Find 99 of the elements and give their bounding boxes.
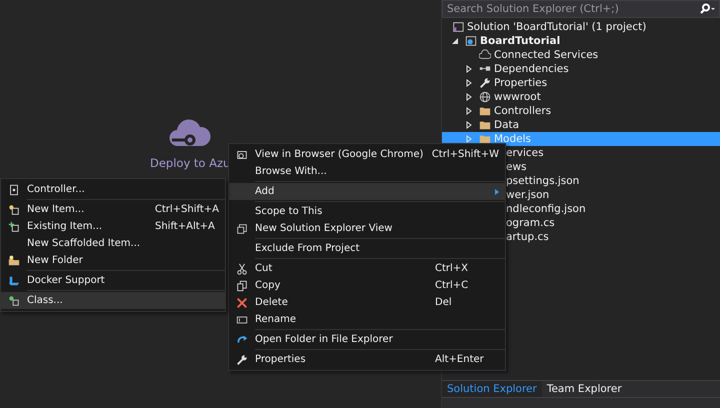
tree-item-label: Controllers [494, 105, 552, 117]
shortcut-text: Ctrl+Shift+W [432, 149, 499, 160]
shortcut-text: Ctrl+X [435, 263, 470, 274]
expand-icon[interactable] [465, 93, 473, 101]
tree-item-label: BoardTutorial [480, 35, 560, 47]
tree-item-label: Properties [494, 77, 548, 89]
tree-item-label: Connected Services [494, 49, 598, 61]
folder-icon [479, 105, 491, 117]
expand-icon[interactable] [465, 107, 473, 115]
menu-item-label: Cut [255, 263, 274, 274]
menu-item[interactable]: New Solution Explorer View [229, 220, 505, 237]
wrench-icon [479, 77, 491, 89]
menu-item-label: Controller... [27, 184, 86, 195]
document-icon [8, 184, 20, 196]
browser-icon [236, 148, 248, 160]
tree-item[interactable]: Properties [442, 76, 720, 90]
shortcut-text: Shift+Alt+A [155, 221, 216, 232]
menu-item[interactable]: Browse With... [229, 163, 505, 180]
panel-tab[interactable]: Team Explorer [542, 381, 627, 397]
menu-item[interactable]: Cut Ctrl+X [229, 260, 505, 277]
panel-tab[interactable]: Solution Explorer [442, 381, 542, 397]
search-field[interactable]: Search Solution Explorer (Ctrl+;) [442, 0, 720, 18]
menu-item[interactable]: Open Folder in File Explorer [229, 331, 505, 348]
folder-icon [479, 133, 491, 145]
new-folder-icon [8, 254, 20, 266]
menu-item[interactable]: Rename [229, 311, 505, 328]
class-icon [8, 294, 20, 306]
new-item-icon [8, 204, 20, 216]
tree-item-label: wer.json [506, 189, 550, 201]
menu-item-label: Existing Item... [27, 221, 104, 232]
menu-item[interactable]: Docker Support [1, 272, 225, 289]
tree-item-label: Dependencies [494, 63, 569, 75]
menu-item-label: Browse With... [255, 166, 328, 177]
tree-item[interactable]: wwwroot [442, 90, 720, 104]
shortcut-text: Alt+Enter [435, 354, 485, 365]
menu-item-label: Class... [27, 295, 64, 306]
menu-item[interactable]: Scope to This [229, 203, 505, 220]
expand-icon[interactable] [465, 65, 473, 73]
shortcut-text: Del [435, 297, 453, 308]
scissors-icon [236, 262, 248, 274]
menu-item[interactable]: Controller... [1, 181, 225, 198]
tree-item[interactable]: Dependencies [442, 62, 720, 76]
tree-item-label: Solution 'BoardTutorial' (1 project) [467, 21, 646, 33]
tree-item[interactable]: Controllers [442, 104, 720, 118]
menu-item[interactable]: Existing Item... Shift+Alt+A [1, 218, 225, 235]
menu-item-label: New Scaffolded Item... [27, 238, 142, 249]
cloud-icon [479, 49, 491, 61]
search-icon[interactable] [699, 3, 715, 15]
docker-icon [8, 274, 20, 286]
delete-icon [236, 296, 248, 308]
menu-item-label: Add [255, 186, 276, 197]
menu-item[interactable]: New Item... Ctrl+Shift+A [1, 201, 225, 218]
web-project-icon [465, 35, 477, 47]
solution-icon [452, 21, 464, 33]
menu-item-label: New Folder [27, 255, 84, 266]
tree-item-label: Models [494, 133, 531, 145]
globe-icon [479, 91, 491, 103]
tree-item-label: ndleconfig.json [506, 203, 586, 215]
tree-item-label: Data [494, 119, 520, 131]
tree-item-label: ogram.cs [506, 217, 555, 229]
refresh-arrow-icon [236, 334, 248, 346]
tree-item-label: artup.cs [506, 231, 549, 243]
menu-item-label: View in Browser (Google Chrome) [255, 149, 424, 160]
menu-item-label: Open Folder in File Explorer [255, 334, 394, 345]
shortcut-text: Ctrl+Shift+A [154, 204, 219, 215]
tree-item-label: psettings.json [506, 175, 580, 187]
menu-item[interactable]: Exclude From Project [229, 240, 505, 257]
menu-item[interactable]: Class... [1, 292, 225, 309]
menu-item[interactable]: New Scaffolded Item... [1, 235, 225, 252]
menu-item-label: Delete [255, 297, 289, 308]
tree-item[interactable]: Data [442, 118, 720, 132]
menu-item-label: Rename [255, 314, 298, 325]
menu-item-label: Copy [255, 280, 282, 291]
expand-icon[interactable] [465, 121, 473, 129]
wrench-icon [236, 354, 248, 366]
copy-icon [236, 280, 248, 292]
menu-item[interactable]: New Folder [1, 252, 225, 269]
add-item-icon [8, 220, 20, 232]
menu-item-label: Docker Support [27, 275, 106, 286]
menu-item-label: New Item... [27, 204, 86, 215]
tree-item[interactable]: Solution 'BoardTutorial' (1 project) [442, 20, 720, 34]
rename-icon [236, 314, 248, 326]
menu-item-label: Scope to This [255, 206, 324, 217]
menu-item[interactable]: Copy Ctrl+C [229, 277, 505, 294]
tree-item[interactable]: BoardTutorial [442, 34, 720, 48]
collapse-icon[interactable] [451, 37, 459, 45]
menu-item-label: New Solution Explorer View [255, 223, 394, 234]
expand-icon[interactable] [465, 79, 473, 87]
menu-item[interactable]: View in Browser (Google Chrome) Ctrl+Shift+W [229, 146, 505, 163]
menu-item[interactable]: Delete Del [229, 294, 505, 311]
menu-item-label: Exclude From Project [255, 243, 361, 254]
window-icon [236, 222, 248, 234]
tree-item[interactable]: Connected Services [442, 48, 720, 62]
shortcut-text: Ctrl+C [435, 280, 470, 291]
menu-item-label: Properties [255, 354, 307, 365]
tree-item-label: ews [506, 161, 527, 173]
menu-item[interactable]: Add [229, 183, 505, 200]
tree-item-label: wwwroot [494, 91, 541, 103]
menu-item[interactable]: Properties Alt+Enter [229, 351, 505, 368]
